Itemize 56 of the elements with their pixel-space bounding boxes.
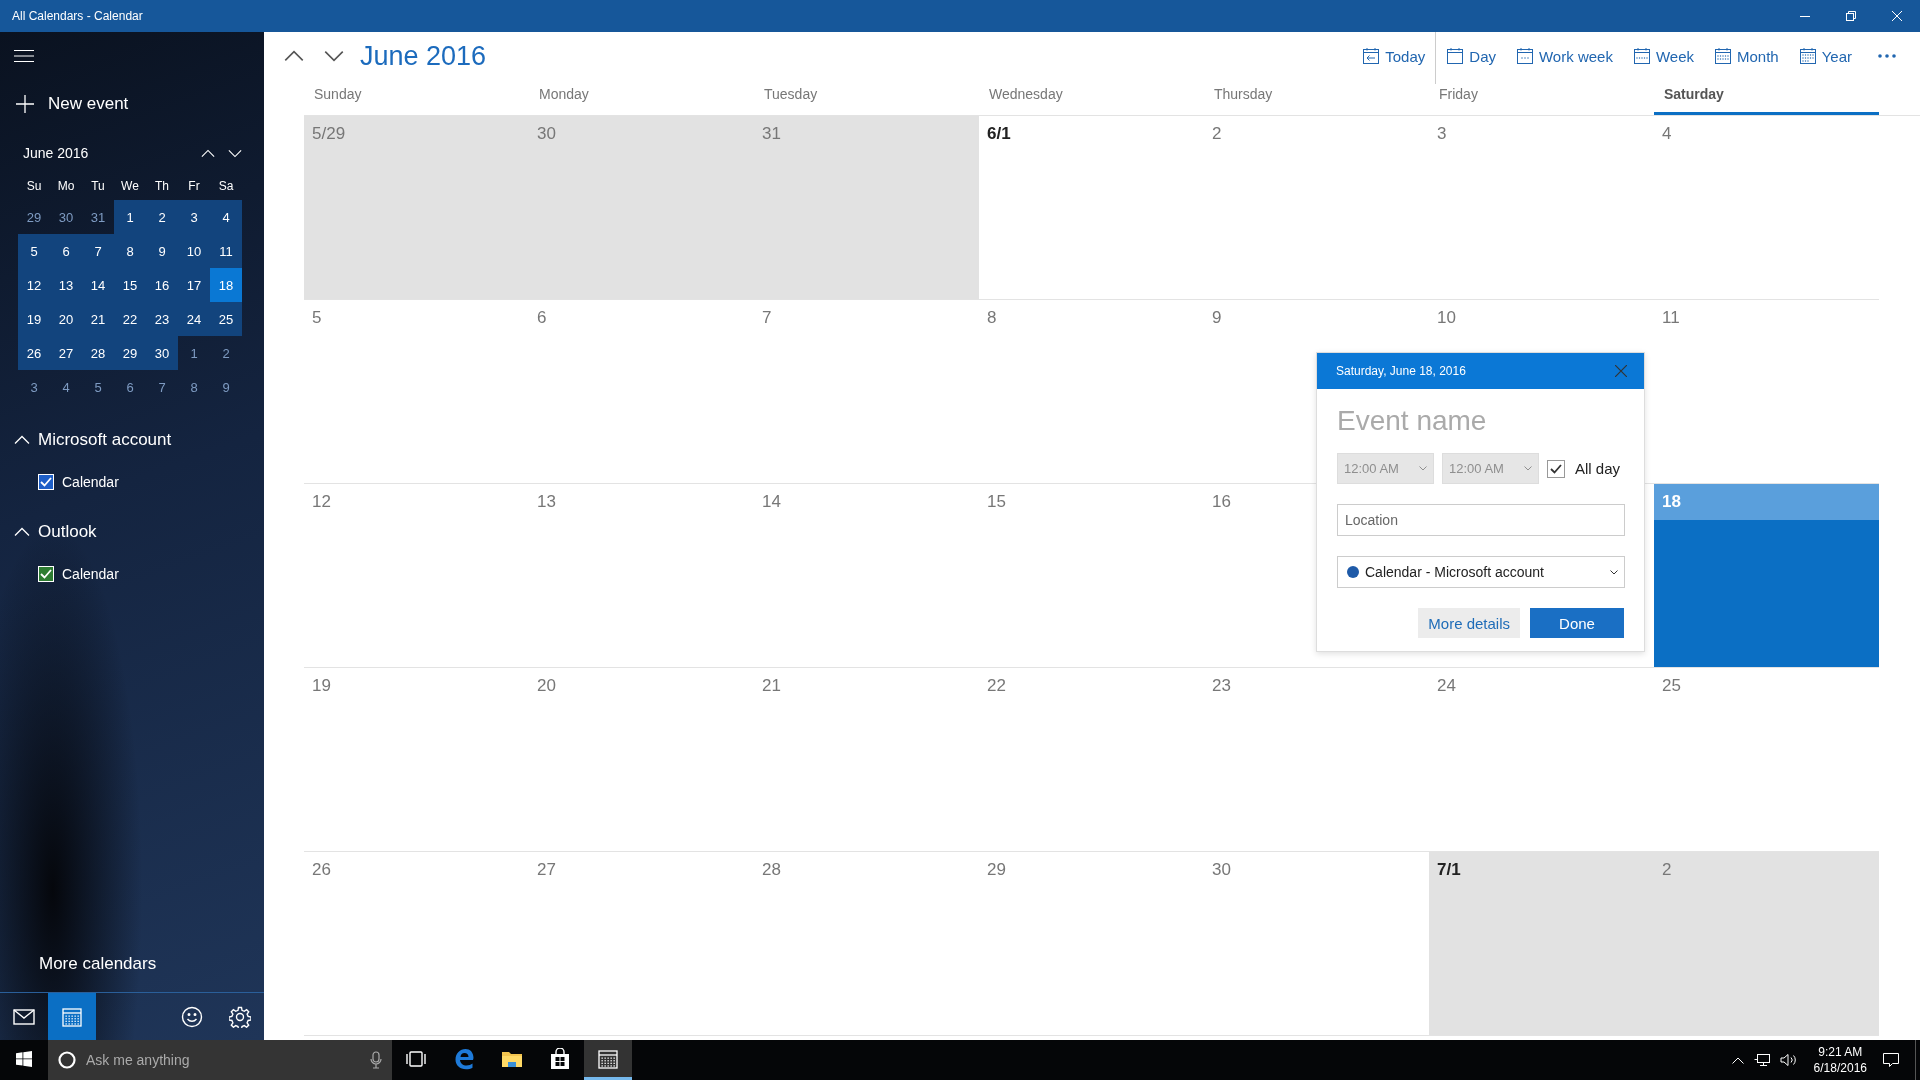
weekday-label: Fr [187,178,201,195]
weekday-label: Tu [90,178,106,195]
day-number: 7 [761,307,773,329]
popup-date: Saturday, June 18, 2016 [1336,364,1467,378]
day-number: 9 [1211,307,1223,329]
time-value: 12:00 AM [1449,461,1504,476]
weekday-header: Thursday [1213,85,1274,104]
day-number: 16 [1211,491,1232,513]
day-number: 8 [986,307,998,329]
day-number: 29 [986,859,1007,881]
day-number: 20 [536,675,557,697]
mini-calendar-title: June 2016 [23,145,90,161]
weekday-label: Th [154,178,170,195]
day-number: 3 [1436,123,1448,145]
weekday-label: Su [25,178,43,195]
day-number: 25 [1661,675,1682,697]
window-title: All Calendars - Calendar [11,9,144,23]
day-number: 5/29 [311,123,347,145]
day-number: 6 [536,307,548,329]
weekday-header: Wednesday [988,85,1064,104]
day-number: 4 [1661,123,1673,145]
day-number: 30 [536,123,557,145]
time-value: 12:00 AM [1344,461,1399,476]
day-number: 19 [311,675,332,697]
day-number: 11 [1661,307,1681,329]
day-number: 5 [311,307,323,329]
day-number: 28 [761,859,782,881]
month-title: June 2016 [360,40,488,72]
day-number: 23 [1211,675,1232,697]
day-number: 24 [1436,675,1457,697]
day-number: 2 [1661,859,1673,881]
clock-date: 6/18/2016 [1813,1060,1867,1076]
weekday-label: Sa [217,178,235,195]
weekday-header: Friday [1438,85,1479,104]
weekday-label: We [120,178,140,195]
day-number: 31 [761,123,782,145]
day-number: 2 [1211,123,1223,145]
day-number: 12 [311,491,332,513]
day-number: 27 [536,859,557,881]
day-number: 30 [1211,859,1232,881]
weekday-label: Mo [56,178,76,195]
day-number: 14 [761,491,782,513]
day-number: 18 [1654,484,1879,520]
weekday-header: Sunday [313,85,363,104]
weekday-header: Monday [538,85,590,104]
day-number: 15 [986,491,1007,513]
day-number: 26 [311,859,332,881]
day-number: 7/1 [1436,859,1462,881]
day-number: 6/1 [986,123,1012,145]
clock-time: 9:21 AM [1818,1044,1863,1060]
day-number: 21 [761,675,782,697]
day-number: 13 [536,491,557,513]
day-number: 10 [1436,307,1457,329]
day-number: 22 [986,675,1007,697]
calendar-label: Calendar - Microsoft account [1365,564,1545,580]
weekday-header: Tuesday [763,85,819,104]
